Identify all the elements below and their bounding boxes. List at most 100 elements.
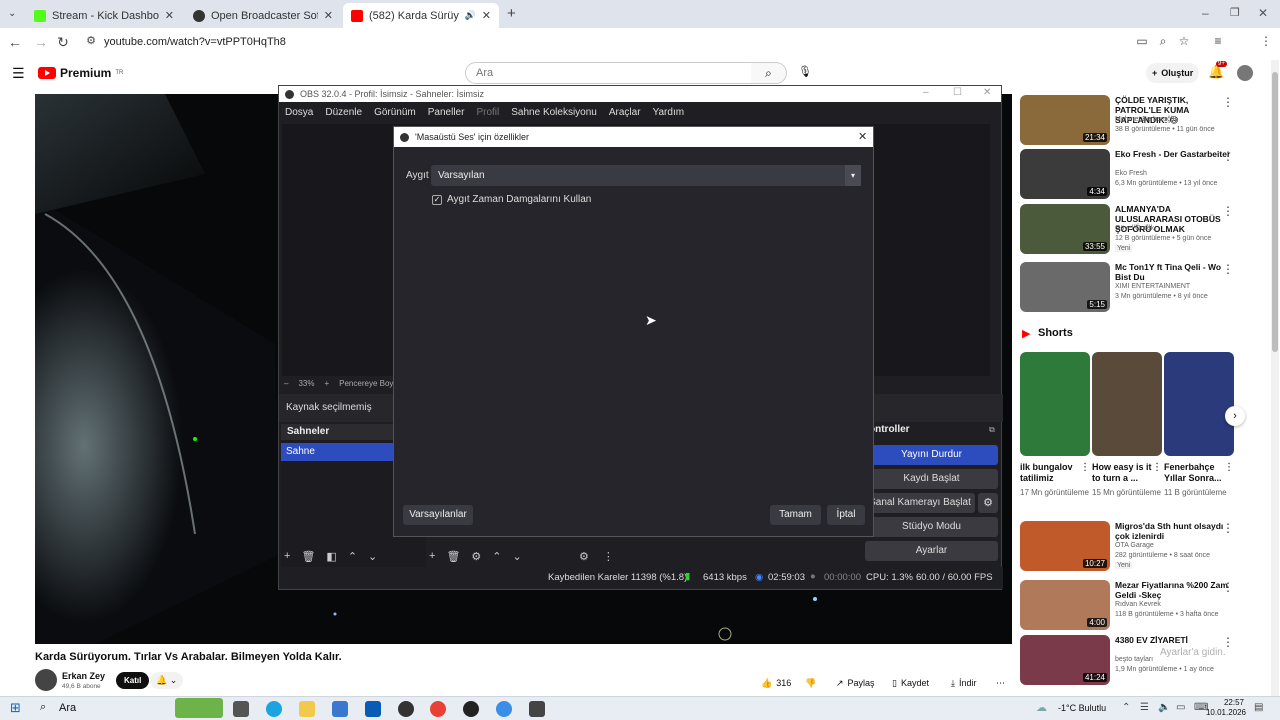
share-button[interactable]: ↗ Paylaş [836,674,875,692]
scrollbar-thumb[interactable] [1272,72,1278,352]
close-icon[interactable]: ✕ [983,87,991,98]
join-button[interactable]: Katıl [116,672,150,689]
windows-start-icon[interactable]: ⊞ [10,700,21,716]
volume-icon[interactable]: 🔈 [1158,702,1170,713]
recommendation-channel[interactable]: Mehmet Berberoğlu [1115,116,1176,123]
recommendation-item[interactable]: 5:15 Mc Ton1Y ft Tina Qeli - Wo Bist Du XI… [1020,262,1250,316]
recommendation-item[interactable]: 21:34 ÇÖLDE YARIŞTIK, PATROL'LE KUMA SAPL… [1020,95,1250,149]
trash-icon[interactable]: 🗑 [301,550,315,563]
recommendation-title[interactable]: Mezar Fiyatlarına %200 Zam Geldi -Skeç [1115,580,1237,600]
edge-icon[interactable] [266,701,282,717]
recommendation-item[interactable]: 4:34 Eko Fresh - Der Gastarbeiter Eko Fres… [1020,149,1250,203]
move-up-icon[interactable]: ⌃ [492,550,501,563]
dislike-button[interactable]: 👎 [805,674,816,692]
channel-avatar[interactable] [35,669,57,691]
taskbar-search[interactable]: Ara [59,702,76,714]
close-icon[interactable]: ✕ [482,9,491,22]
studio-mode-button[interactable]: Stüdyo Modu [865,517,998,537]
recommendation-title[interactable]: Eko Fresh - Der Gastarbeiter [1115,149,1237,159]
video-thumbnail[interactable]: 33:55 [1020,204,1110,254]
reload-icon[interactable]: ↻ [55,34,71,51]
more-dots-icon[interactable]: ⋮ [1222,580,1234,594]
tray-chevron-icon[interactable]: ⌃ [1122,702,1130,713]
restore-icon[interactable]: ❐ [1230,6,1240,19]
more-dots-icon[interactable]: ⋮ [1222,521,1234,535]
youtube-logo[interactable]: Premium TR [38,66,123,80]
menu-profile[interactable]: Profil [476,107,499,118]
back-icon[interactable]: ← [7,34,23,50]
zoom-in-button[interactable]: + [324,379,329,388]
video-thumbnail[interactable]: 21:34 [1020,95,1110,145]
minimize-icon[interactable]: – [923,87,929,98]
search-button[interactable]: ⌕ [751,62,787,84]
more-dots-icon[interactable]: ⋮ [1152,462,1162,473]
search-icon[interactable]: ⌕ [40,701,46,714]
menu-edit[interactable]: Düzenle [325,107,362,118]
channel-name[interactable]: Erkan Zey [62,671,105,681]
add-icon[interactable]: + [284,550,290,563]
video-thumbnail[interactable]: 5:15 [1020,262,1110,312]
start-virtual-camera-button[interactable]: Sanal Kamerayı Başlat [865,493,975,513]
start-recording-button[interactable]: Kaydı Başlat [865,469,998,489]
minimize-icon[interactable]: – [1202,6,1209,20]
download-button[interactable]: ⤓ İndir [951,674,977,692]
tab-kick[interactable]: Stream - Kick Dashboard ✕ [26,3,182,28]
more-actions-button[interactable]: ⋯ [996,674,1005,692]
network-icon[interactable]: ☰ [1140,702,1149,713]
more-dots-icon[interactable]: ⋮ [1080,462,1090,473]
device-select[interactable]: Varsayılan ▾ [431,165,861,186]
search-input[interactable]: Ara [465,62,752,84]
video-thumbnail[interactable]: 10:27 [1020,521,1110,571]
account-avatar[interactable] [1237,65,1253,81]
move-up-icon[interactable]: ⌃ [348,550,357,563]
file-explorer-icon[interactable] [299,701,315,717]
recommendation-item[interactable]: 10:27 Migros'da Sth hunt olsaydı çok izle… [1020,521,1250,575]
short-title[interactable]: How easy is it to turn a ... [1092,462,1152,484]
bookmark-star-icon[interactable]: ☆ [1176,34,1192,48]
shorts-next-button[interactable]: › [1225,406,1245,426]
app-icon[interactable] [496,701,512,717]
close-icon[interactable]: ✕ [324,9,333,22]
create-button[interactable]: + Oluştur [1146,63,1200,83]
move-down-icon[interactable]: ⌄ [513,550,522,563]
url-field[interactable]: youtube.com/watch?v=vtPPT0HqTh8 [104,36,286,48]
fit-window-label[interactable]: Pencereye Boy [339,379,393,388]
recommendation-title[interactable]: 4380 EV ZİYARETİ [1115,635,1237,645]
close-window-icon[interactable]: ✕ [1258,6,1268,20]
recommendation-title[interactable]: Mc Ton1Y ft Tina Qeli - Wo Bist Du [1115,262,1237,282]
maximize-icon[interactable]: ☐ [953,87,962,98]
obs-taskbar-icon[interactable] [463,701,479,717]
menu-tools[interactable]: Araçlar [609,107,641,118]
zoom-out-button[interactable]: – [284,379,288,388]
recommendation-item[interactable]: 4:00 Mezar Fiyatlarına %200 Zam Geldi -Sk… [1020,580,1250,634]
recommendation-channel[interactable]: Rıdvan Kevrek [1115,601,1161,608]
virtual-camera-settings-icon[interactable]: ⚙ [978,493,998,513]
recommendation-item[interactable]: 33:55 ALMANYA'DA ULUSLARARASI OTOBÜS ŞOFÖ… [1020,204,1250,258]
checkbox-checked-icon[interactable]: ✓ [432,194,442,205]
defaults-button[interactable]: Varsayılanlar [403,505,473,525]
chatgpt-icon[interactable] [398,701,414,717]
gear-icon[interactable]: ⚙ [579,550,589,563]
move-down-icon[interactable]: ⌄ [368,550,377,563]
like-button[interactable]: 👍 316 [761,674,791,692]
dock-undock-icon[interactable]: ⧉ [989,425,995,435]
close-icon[interactable]: ✕ [858,130,867,143]
subscribe-bell-button[interactable]: 🔔 ⌄ [150,672,184,689]
chrome-icon[interactable] [430,701,446,717]
store-icon[interactable] [332,701,348,717]
microphone-icon[interactable]: 🎙 [797,65,813,81]
gear-icon[interactable]: ⚙ [471,550,481,563]
recommendation-channel[interactable]: Eko Fresh [1115,170,1147,177]
tab-youtube[interactable]: (582) Karda Sürüyorum. Tır 🔊 ✕ [343,3,499,28]
ok-button[interactable]: Tamam [770,505,821,525]
cancel-button[interactable]: İptal [827,505,865,525]
short-thumbnail[interactable] [1164,352,1234,456]
notification-center-icon[interactable]: ▤ [1254,702,1263,713]
recommendation-channel[interactable]: OTA Garage [1115,542,1154,549]
recommendation-channel[interactable]: Gövel Ördek [1115,225,1154,232]
more-dots-icon[interactable]: ⋮ [1222,149,1234,163]
properties-dialog[interactable]: 'Masaüstü Ses' için özellikler ✕ Aygıt V… [393,126,874,537]
more-dots-icon[interactable]: ⋮ [1224,462,1234,473]
save-button[interactable]: ▯ Kaydet [892,674,929,692]
short-thumbnail[interactable] [1092,352,1162,456]
